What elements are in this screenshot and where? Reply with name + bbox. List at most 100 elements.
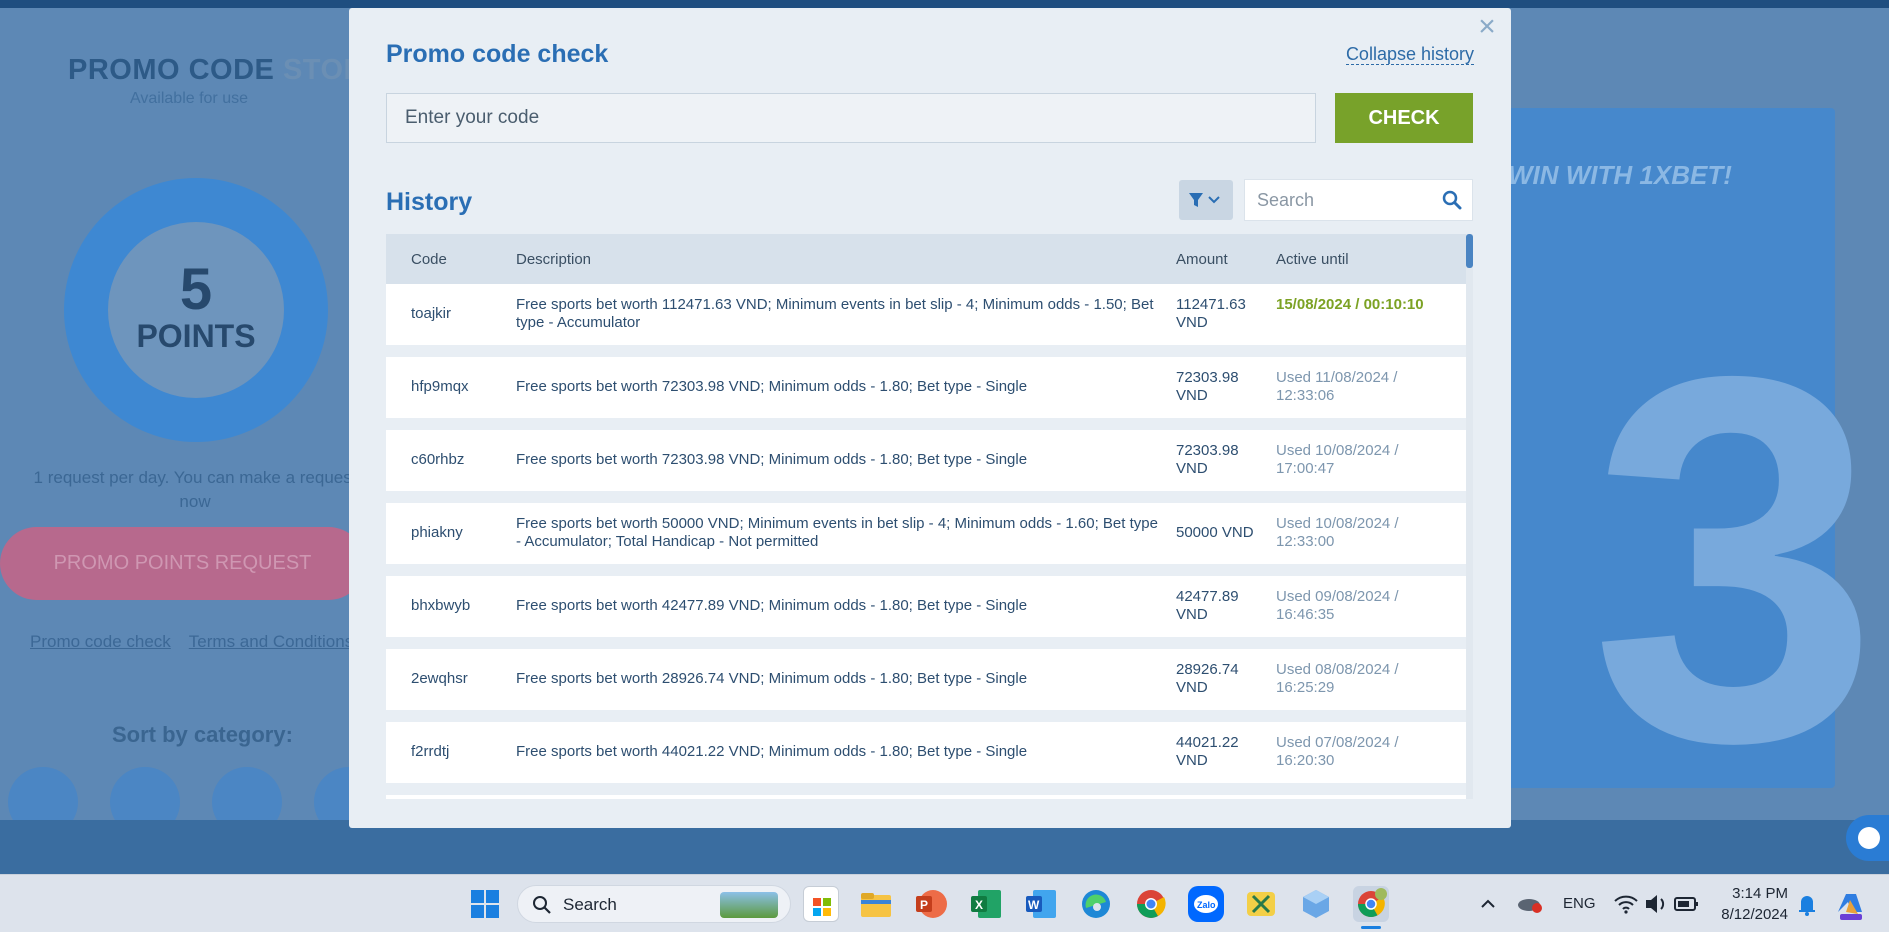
history-table: Code Description Amount Active until toa… (386, 234, 1473, 799)
chrome-profile-icon[interactable] (1353, 886, 1389, 929)
store-links: Promo code check Terms and Conditions (30, 632, 371, 652)
chevron-up-icon[interactable] (1473, 886, 1503, 922)
promo-check-link[interactable]: Promo code check (30, 632, 171, 651)
row-amount: 50000 VND (1176, 524, 1254, 541)
terms-link[interactable]: Terms and Conditions (189, 632, 353, 651)
edge-icon[interactable] (1078, 886, 1114, 922)
row-description: Free sports bet worth 44021.22 VND; Mini… (516, 743, 1028, 760)
check-button[interactable]: CHECK (1335, 93, 1473, 143)
points-label: POINTS (136, 318, 256, 354)
row-active-until: Used 09/08/2024 / 16:46:35 (1276, 588, 1399, 623)
table-row: bhxbwyb Free sports bet worth 42477.89 V… (386, 576, 1468, 637)
zalo-icon[interactable]: Zalo (1188, 886, 1224, 922)
microsoft-store-icon[interactable] (803, 886, 839, 922)
support-chat-button[interactable] (1846, 815, 1889, 861)
onedrive-icon[interactable] (1515, 886, 1545, 922)
row-description: Free sports bet worth 72303.98 VND; Mini… (516, 378, 1028, 395)
windows-taskbar: Search P X W Zalo ENG 3:14 PM 8/12/2024 (0, 874, 1889, 932)
modal-title: Promo code check (386, 40, 609, 68)
row-description: Free sports bet worth 42477.89 VND; Mini… (516, 597, 1028, 614)
collapse-history-link[interactable]: Collapse history (1345, 44, 1474, 65)
battery-icon[interactable] (1672, 886, 1700, 922)
taskbar-clock[interactable]: 3:14 PM 8/12/2024 (1716, 883, 1788, 925)
banner-number: 3 (1590, 269, 1880, 850)
store-title: PROMO CODE STORE (68, 54, 385, 86)
banner-text: WIN WITH 1XBET! (1508, 160, 1732, 190)
row-active-until: 15/08/2024 / 00:10:10 (1276, 296, 1424, 313)
table-row: phiakny Free sports bet worth 50000 VND;… (386, 503, 1468, 564)
row-amount: 28926.74 VND (1176, 661, 1239, 696)
row-active-until: Used 08/08/2024 / 16:25:29 (1276, 661, 1399, 696)
column-active-until: Active until (1276, 251, 1349, 268)
table-row: c60rhbz Free sports bet worth 72303.98 V… (386, 430, 1468, 491)
column-description: Description (516, 251, 592, 268)
row-amount: 72303.98 VND (1176, 369, 1239, 404)
row-active-until: Used 07/08/2024 / 16:20:30 (1276, 734, 1399, 769)
svg-text:Zalo: Zalo (1197, 900, 1216, 910)
table-row: toajkir Free sports bet worth 112471.63 … (386, 284, 1468, 345)
row-code: hfp9mqx (411, 378, 469, 395)
row-code: 2ewqhsr (411, 670, 468, 687)
row-description: Free sports bet worth 112471.63 VND; Min… (516, 296, 1154, 331)
column-code: Code (411, 251, 447, 268)
powerpoint-icon[interactable]: P (913, 886, 949, 922)
close-icon[interactable]: × (1473, 12, 1501, 42)
search-highlight-image (720, 892, 778, 918)
svg-text:X: X (975, 898, 983, 912)
clock-time: 3:14 PM (1732, 885, 1788, 902)
language-indicator[interactable]: ENG (1563, 895, 1596, 912)
user-icon (1858, 827, 1880, 849)
site-footer-bar (0, 820, 1889, 874)
history-title: History (386, 188, 473, 216)
table-header: Code Description Amount Active until (386, 234, 1468, 284)
svg-text:W: W (1028, 898, 1040, 912)
taskbar-search-label: Search (563, 895, 617, 914)
wifi-icon[interactable] (1612, 886, 1640, 922)
row-amount: 112471.63 VND (1176, 296, 1246, 331)
row-code: phiakny (411, 524, 463, 541)
chrome-icon[interactable] (1133, 886, 1169, 922)
store-subtitle: Available for use (130, 90, 248, 107)
points-number: 5 (179, 257, 213, 322)
row-code: toajkir (411, 305, 452, 322)
row-code: f2rrdtj (411, 743, 450, 760)
volume-icon[interactable] (1642, 886, 1670, 922)
table-row: f2rrdtj Free sports bet worth 44021.22 V… (386, 722, 1468, 783)
word-icon[interactable]: W (1023, 886, 1059, 922)
row-description: Free sports bet worth 28926.74 VND; Mini… (516, 670, 1028, 687)
row-amount: 72303.98 VND (1176, 442, 1239, 477)
snipping-tool-icon[interactable] (1243, 886, 1279, 922)
clock-date: 8/12/2024 (1721, 906, 1788, 923)
table-body: toajkir Free sports bet worth 112471.63 … (386, 284, 1468, 799)
promo-points-request-button[interactable]: PROMO POINTS REQUEST (0, 527, 365, 600)
filter-icon (1189, 193, 1220, 207)
search-icon (533, 896, 551, 914)
notification-bell-icon[interactable] (1795, 886, 1819, 922)
copilot-icon[interactable] (1832, 886, 1868, 922)
promo-check-modal: Promo code check Collapse history × CHEC… (349, 8, 1511, 828)
windows-start-icon[interactable] (467, 886, 503, 922)
row-amount: 44021.22 VND (1176, 734, 1239, 769)
history-search-input[interactable] (1245, 180, 1435, 220)
cube-app-icon[interactable] (1298, 886, 1334, 922)
column-amount: Amount (1176, 251, 1228, 268)
request-note: 1 request per day. You can make a reques… (33, 468, 357, 511)
svg-text:P: P (920, 898, 928, 912)
site-header-bar (0, 0, 1889, 8)
sort-label: Sort by category: (112, 722, 293, 747)
row-active-until: Used 10/08/2024 / 12:33:00 (1276, 515, 1399, 550)
table-scrollbar-thumb[interactable] (1466, 234, 1473, 268)
row-description: Free sports bet worth 50000 VND; Minimum… (516, 515, 1158, 550)
row-active-until: Used 10/08/2024 / 17:00:47 (1276, 442, 1399, 477)
excel-icon[interactable]: X (968, 886, 1004, 922)
file-explorer-icon[interactable] (858, 886, 894, 922)
search-icon[interactable] (1442, 190, 1462, 210)
taskbar-search[interactable]: Search (517, 885, 791, 923)
history-search (1244, 179, 1473, 221)
table-scrollbar-track[interactable] (1466, 234, 1473, 799)
row-code: bhxbwyb (411, 597, 471, 614)
row-description: Free sports bet worth 72303.98 VND; Mini… (516, 451, 1028, 468)
table-row: 2ewqhsr Free sports bet worth 28926.74 V… (386, 649, 1468, 710)
filter-dropdown-button[interactable] (1179, 180, 1233, 220)
promo-code-input[interactable] (386, 93, 1316, 143)
